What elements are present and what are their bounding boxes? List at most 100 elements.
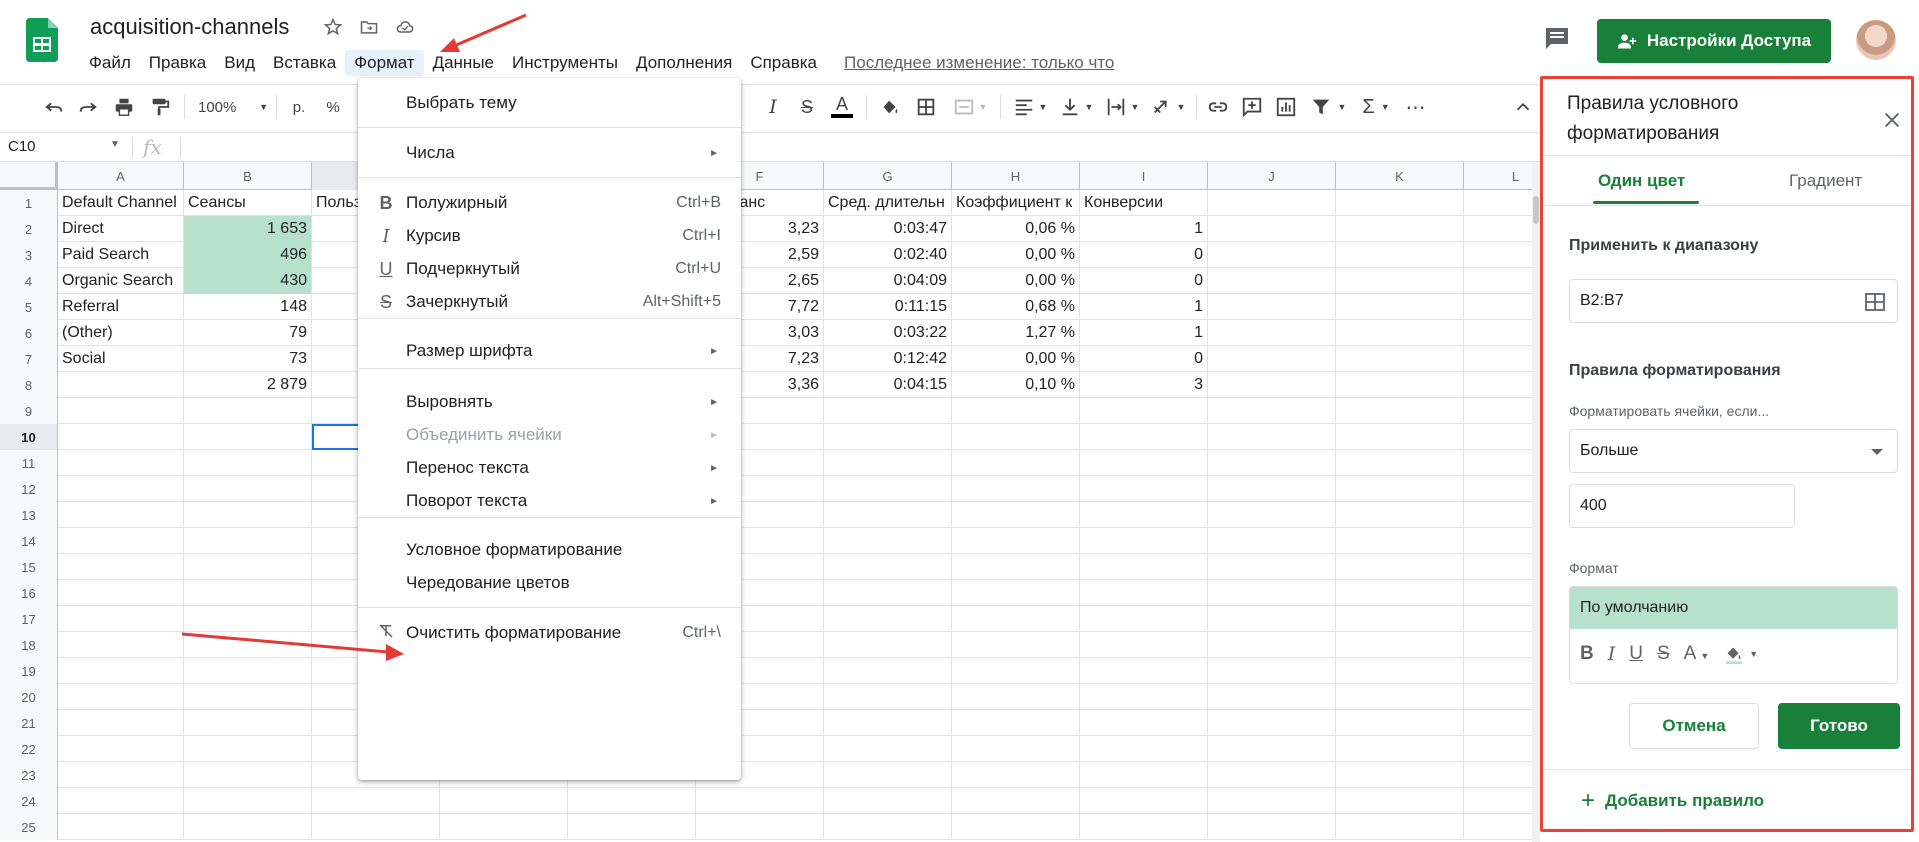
cell[interactable] <box>1464 190 1540 216</box>
cell[interactable] <box>1464 424 1540 450</box>
cell[interactable] <box>952 684 1080 710</box>
cell[interactable]: Paid Search <box>58 242 184 268</box>
cell[interactable] <box>184 632 312 658</box>
menu-item-6[interactable]: Инструменты <box>503 50 627 76</box>
cell[interactable] <box>1464 216 1540 242</box>
cell[interactable] <box>1464 320 1540 346</box>
spreadsheet-grid[interactable]: ABCDEFGHIJKL 1Default ChannelСеансыПольз… <box>0 162 1540 842</box>
strikethrough-icon[interactable]: S <box>796 95 818 119</box>
cell[interactable] <box>952 580 1080 606</box>
cell[interactable] <box>1208 710 1336 736</box>
cell[interactable] <box>1208 684 1336 710</box>
menu-item-5[interactable]: Данные <box>424 50 503 76</box>
cell[interactable] <box>1336 476 1464 502</box>
cell[interactable] <box>184 606 312 632</box>
cell[interactable] <box>440 788 568 814</box>
threshold-input[interactable]: 400 <box>1569 484 1795 528</box>
cell[interactable] <box>58 606 184 632</box>
row-header[interactable]: 12 <box>0 476 58 502</box>
cell[interactable] <box>1208 450 1336 476</box>
cell[interactable] <box>1464 268 1540 294</box>
cell[interactable]: 1 <box>1080 216 1208 242</box>
cell[interactable] <box>568 788 696 814</box>
column-header-K[interactable]: K <box>1336 162 1464 190</box>
cell[interactable] <box>1464 502 1540 528</box>
cell[interactable] <box>1208 788 1336 814</box>
row-header[interactable]: 1 <box>0 190 58 216</box>
cell[interactable] <box>1464 658 1540 684</box>
range-input[interactable]: B2:B7 <box>1569 279 1898 323</box>
redo-icon[interactable] <box>76 95 100 119</box>
cell[interactable] <box>1464 450 1540 476</box>
cell[interactable] <box>952 450 1080 476</box>
format-menu-item-5[interactable]: S Зачеркнутый Alt+Shift+5 <box>358 285 741 319</box>
menu-item-0[interactable]: Файл <box>80 50 140 76</box>
cell[interactable]: Коэффициент к <box>952 190 1080 216</box>
cell[interactable] <box>58 476 184 502</box>
cloud-status-icon[interactable] <box>394 16 416 38</box>
row-header[interactable]: 24 <box>0 788 58 814</box>
column-header-A[interactable]: A <box>58 162 184 190</box>
cell[interactable] <box>58 528 184 554</box>
cell[interactable] <box>1464 606 1540 632</box>
format-menu-item-11[interactable]: Условное форматирование <box>358 533 741 567</box>
cell[interactable] <box>1336 814 1464 840</box>
cell[interactable] <box>952 424 1080 450</box>
close-icon[interactable] <box>1881 109 1903 131</box>
cell[interactable] <box>824 632 952 658</box>
cell[interactable] <box>1464 554 1540 580</box>
cell[interactable] <box>1208 736 1336 762</box>
cell[interactable] <box>1080 528 1208 554</box>
cell[interactable] <box>952 554 1080 580</box>
done-button[interactable]: Готово <box>1778 703 1900 749</box>
cell[interactable] <box>1464 814 1540 840</box>
cell[interactable] <box>1336 684 1464 710</box>
row-header[interactable]: 19 <box>0 658 58 684</box>
cell[interactable]: 73 <box>184 346 312 372</box>
cell[interactable]: 1,27 % <box>952 320 1080 346</box>
cell[interactable] <box>1464 788 1540 814</box>
cell[interactable]: 430 <box>184 268 312 294</box>
cell[interactable]: Сеансы <box>184 190 312 216</box>
cell[interactable] <box>184 450 312 476</box>
cell[interactable] <box>184 736 312 762</box>
cell[interactable] <box>824 788 952 814</box>
cell[interactable] <box>696 788 824 814</box>
menu-item-8[interactable]: Справка <box>741 50 826 76</box>
fill-color-icon[interactable]: ▼ <box>1723 643 1758 665</box>
cell[interactable]: 0:12:42 <box>824 346 952 372</box>
cell[interactable] <box>824 710 952 736</box>
cell[interactable] <box>1208 346 1336 372</box>
format-menu-item-1[interactable]: Числа ► <box>358 136 741 170</box>
cell[interactable]: 0,00 % <box>952 242 1080 268</box>
star-icon[interactable] <box>322 16 344 38</box>
cell[interactable] <box>1080 736 1208 762</box>
cell[interactable] <box>952 632 1080 658</box>
sheets-logo-icon[interactable] <box>26 18 58 62</box>
cell[interactable]: 3 <box>1080 372 1208 398</box>
column-header-J[interactable]: J <box>1208 162 1336 190</box>
cell[interactable] <box>1336 372 1464 398</box>
cell[interactable] <box>1080 632 1208 658</box>
column-header-G[interactable]: G <box>824 162 952 190</box>
cell[interactable]: 0 <box>1080 346 1208 372</box>
format-style-box[interactable]: По умолчанию B I U S A ▼ ▼ <box>1569 586 1898 684</box>
cell[interactable] <box>184 762 312 788</box>
row-header[interactable]: 11 <box>0 450 58 476</box>
cell[interactable] <box>58 398 184 424</box>
cell[interactable] <box>184 476 312 502</box>
cell[interactable] <box>184 710 312 736</box>
cell[interactable]: 0:02:40 <box>824 242 952 268</box>
cell[interactable] <box>1208 502 1336 528</box>
cell[interactable] <box>824 450 952 476</box>
cell[interactable] <box>952 502 1080 528</box>
vertical-scrollbar-thumb[interactable] <box>1533 196 1539 224</box>
select-all-corner[interactable] <box>0 162 58 190</box>
cell[interactable] <box>1336 528 1464 554</box>
cell[interactable]: Сред. длительн <box>824 190 952 216</box>
format-menu-item-12[interactable]: Чередование цветов <box>358 566 741 600</box>
column-header-H[interactable]: H <box>952 162 1080 190</box>
vertical-scrollbar-track[interactable] <box>1532 162 1540 842</box>
cell[interactable] <box>1080 684 1208 710</box>
cell[interactable] <box>952 788 1080 814</box>
